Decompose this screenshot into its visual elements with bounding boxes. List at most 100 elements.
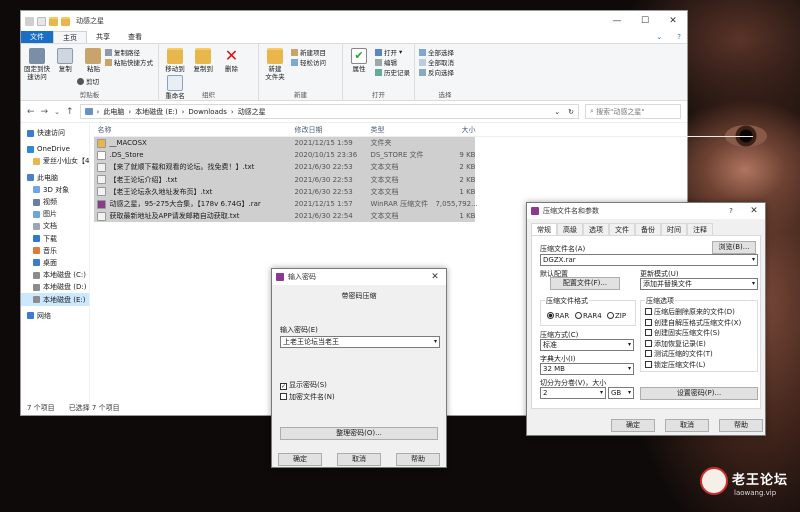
sidebar-item[interactable]: 文档: [21, 220, 89, 232]
breadcrumb-current[interactable]: 动感之星: [238, 107, 266, 117]
delete-button[interactable]: ✕ 删除: [218, 46, 244, 74]
close-icon[interactable]: ✕: [743, 206, 765, 216]
refresh-icon[interactable]: ↻: [568, 108, 578, 116]
option-checkbox[interactable]: 压缩后删除原来的文件(D): [645, 307, 741, 318]
chevron-down-icon[interactable]: ▾: [434, 337, 437, 347]
encrypt-filenames-checkbox[interactable]: 加密文件名(N): [280, 392, 335, 402]
address-bar[interactable]: › 此电脑 › 本地磁盘 (E:) › Downloads › 动感之星 ⌄ ↻: [79, 104, 579, 119]
option-checkbox[interactable]: 创建固实压缩文件(S): [645, 328, 741, 339]
sidebar-item[interactable]: 快速访问: [21, 127, 89, 139]
copy-to-button[interactable]: 复制到: [190, 46, 216, 73]
chevron-down-icon[interactable]: ▾: [752, 255, 755, 265]
set-password-button[interactable]: 设置密码(P)...: [640, 387, 758, 400]
tab-view[interactable]: 查看: [119, 31, 151, 43]
ok-button[interactable]: 确定: [278, 453, 322, 466]
close-button[interactable]: ✕: [659, 16, 687, 26]
tab-3[interactable]: 文件: [609, 223, 635, 235]
update-mode-select[interactable]: 添加并替换文件 ▾: [640, 278, 758, 290]
new-folder-quick-icon[interactable]: [49, 16, 58, 26]
forward-icon[interactable]: →: [41, 107, 49, 117]
maximize-button[interactable]: ☐: [631, 16, 659, 26]
easy-access-button[interactable]: 轻松访问: [291, 57, 326, 67]
show-password-checkbox[interactable]: ✓ 显示密码(S): [280, 380, 327, 390]
sidebar-item[interactable]: 3D 对象: [21, 184, 89, 196]
file-row[interactable]: 【来了就顺下载和观看的论坛。找免费！】.txt 2021/6/30 22:53 文本…: [94, 161, 475, 173]
breadcrumb-pc[interactable]: 此电脑: [103, 107, 124, 117]
sidebar-item[interactable]: 网络: [21, 310, 89, 322]
new-item-button[interactable]: 新建项目: [291, 47, 326, 57]
cancel-button[interactable]: 取消: [337, 453, 381, 466]
address-dropdown-icon[interactable]: ⌄: [554, 108, 564, 116]
option-checkbox[interactable]: 测试压缩的文件(T): [645, 349, 741, 360]
column-size[interactable]: 大小: [435, 125, 475, 135]
help-button[interactable]: 帮助: [396, 453, 440, 466]
select-all-button[interactable]: 全部选择: [419, 47, 454, 57]
cut-button[interactable]: 剪切: [77, 76, 99, 86]
format-rar4-radio[interactable]: RAR4: [575, 312, 602, 320]
column-name[interactable]: 名称: [94, 125, 294, 135]
tab-0[interactable]: 常规: [531, 223, 557, 235]
tab-file[interactable]: 文件: [21, 31, 53, 43]
file-row[interactable]: __MACOSX 2021/12/15 1:59 文件夹: [94, 137, 475, 149]
browse-button[interactable]: 浏览(B)...: [712, 241, 756, 254]
open-button[interactable]: 打开 ▾: [375, 47, 410, 57]
tab-1[interactable]: 高级: [557, 223, 583, 235]
profiles-button[interactable]: 配置文件(F)...: [550, 277, 620, 290]
format-rar-radio[interactable]: RAR: [547, 312, 569, 320]
properties-button[interactable]: ✔ 属性: [346, 46, 372, 73]
search-input[interactable]: ⌕ 搜索"动感之星": [585, 104, 681, 119]
edit-button[interactable]: 编辑: [375, 57, 410, 67]
copy-button[interactable]: 复制: [52, 46, 78, 73]
file-row[interactable]: .DS_Store 2020/10/15 23:36 DS_STORE 文件 9 KB: [94, 149, 475, 161]
back-icon[interactable]: ←: [27, 107, 35, 117]
up-icon[interactable]: ↑: [66, 107, 74, 117]
help-icon[interactable]: ?: [723, 207, 739, 215]
ok-button[interactable]: 确定: [611, 419, 655, 432]
recent-dropdown-icon[interactable]: ⌄: [54, 108, 60, 116]
format-zip-radio[interactable]: ZIP: [607, 312, 626, 320]
dictionary-select[interactable]: 32 MB ▾: [540, 363, 634, 375]
sidebar-item[interactable]: 本地磁盘 (C:): [21, 269, 89, 281]
close-icon[interactable]: ✕: [424, 272, 446, 282]
column-date[interactable]: 修改日期: [294, 125, 370, 135]
archive-name-input[interactable]: DGZX.rar ▾: [540, 254, 758, 266]
breadcrumb-downloads[interactable]: Downloads: [188, 108, 226, 116]
option-checkbox[interactable]: 锁定压缩文件(L): [645, 360, 741, 371]
pin-quick-access-button[interactable]: 固定到快 速访问: [24, 46, 50, 81]
tab-5[interactable]: 时间: [661, 223, 687, 235]
file-row[interactable]: 动感之星，95-275大合集，【178v 6.74G】.rar 2021/12/1…: [94, 198, 478, 210]
tab-4[interactable]: 备份: [635, 223, 661, 235]
sidebar-item[interactable]: OneDrive: [21, 143, 89, 155]
copy-path-button[interactable]: 复制路径: [105, 47, 153, 57]
organize-passwords-button[interactable]: 整理密码(O)...: [280, 427, 438, 440]
sidebar-item[interactable]: 视频: [21, 196, 89, 208]
history-button[interactable]: 历史记录: [375, 67, 410, 77]
tab-2[interactable]: 选项: [583, 223, 609, 235]
breadcrumb-drive[interactable]: 本地磁盘 (E:): [135, 107, 177, 117]
sidebar-item[interactable]: 图片: [21, 208, 89, 220]
sidebar-item[interactable]: 爱丝小仙女【4: [21, 155, 89, 167]
minimize-button[interactable]: —: [603, 16, 631, 26]
sidebar-item[interactable]: 本地磁盘 (E:): [21, 293, 90, 306]
file-row[interactable]: 【老王论坛永久地址发布页】.txt 2021/6/30 22:53 文本文档 1 KB: [94, 186, 475, 198]
help-icon[interactable]: ?: [671, 31, 687, 43]
password-input[interactable]: 上老王论坛当老王 ▾: [280, 336, 440, 348]
option-checkbox[interactable]: 创建自解压格式压缩文件(X): [645, 318, 741, 329]
new-folder-button[interactable]: 新建 文件夹: [262, 46, 288, 81]
option-checkbox[interactable]: 添加恢复记录(E): [645, 339, 741, 350]
sidebar-item[interactable]: 本地磁盘 (D:): [21, 281, 89, 293]
properties-quick-icon[interactable]: [37, 16, 46, 26]
help-button[interactable]: 帮助: [719, 419, 763, 432]
expand-ribbon-icon[interactable]: ⌄: [647, 31, 671, 43]
cancel-button[interactable]: 取消: [665, 419, 709, 432]
tab-share[interactable]: 共享: [87, 31, 119, 43]
file-row[interactable]: 【老王论坛介绍】.txt 2021/6/30 22:53 文本文档 2 KB: [94, 174, 475, 186]
sidebar-item[interactable]: 音乐: [21, 245, 89, 257]
tab-home[interactable]: 主页: [53, 30, 87, 44]
method-select[interactable]: 标准 ▾: [540, 339, 634, 351]
split-size-input[interactable]: 2 ▾: [540, 387, 606, 399]
paste-shortcut-button[interactable]: 粘贴快捷方式: [105, 57, 153, 67]
sidebar-item[interactable]: 下载: [21, 233, 89, 245]
paste-button[interactable]: 粘贴: [80, 46, 106, 73]
column-type[interactable]: 类型: [370, 125, 435, 135]
